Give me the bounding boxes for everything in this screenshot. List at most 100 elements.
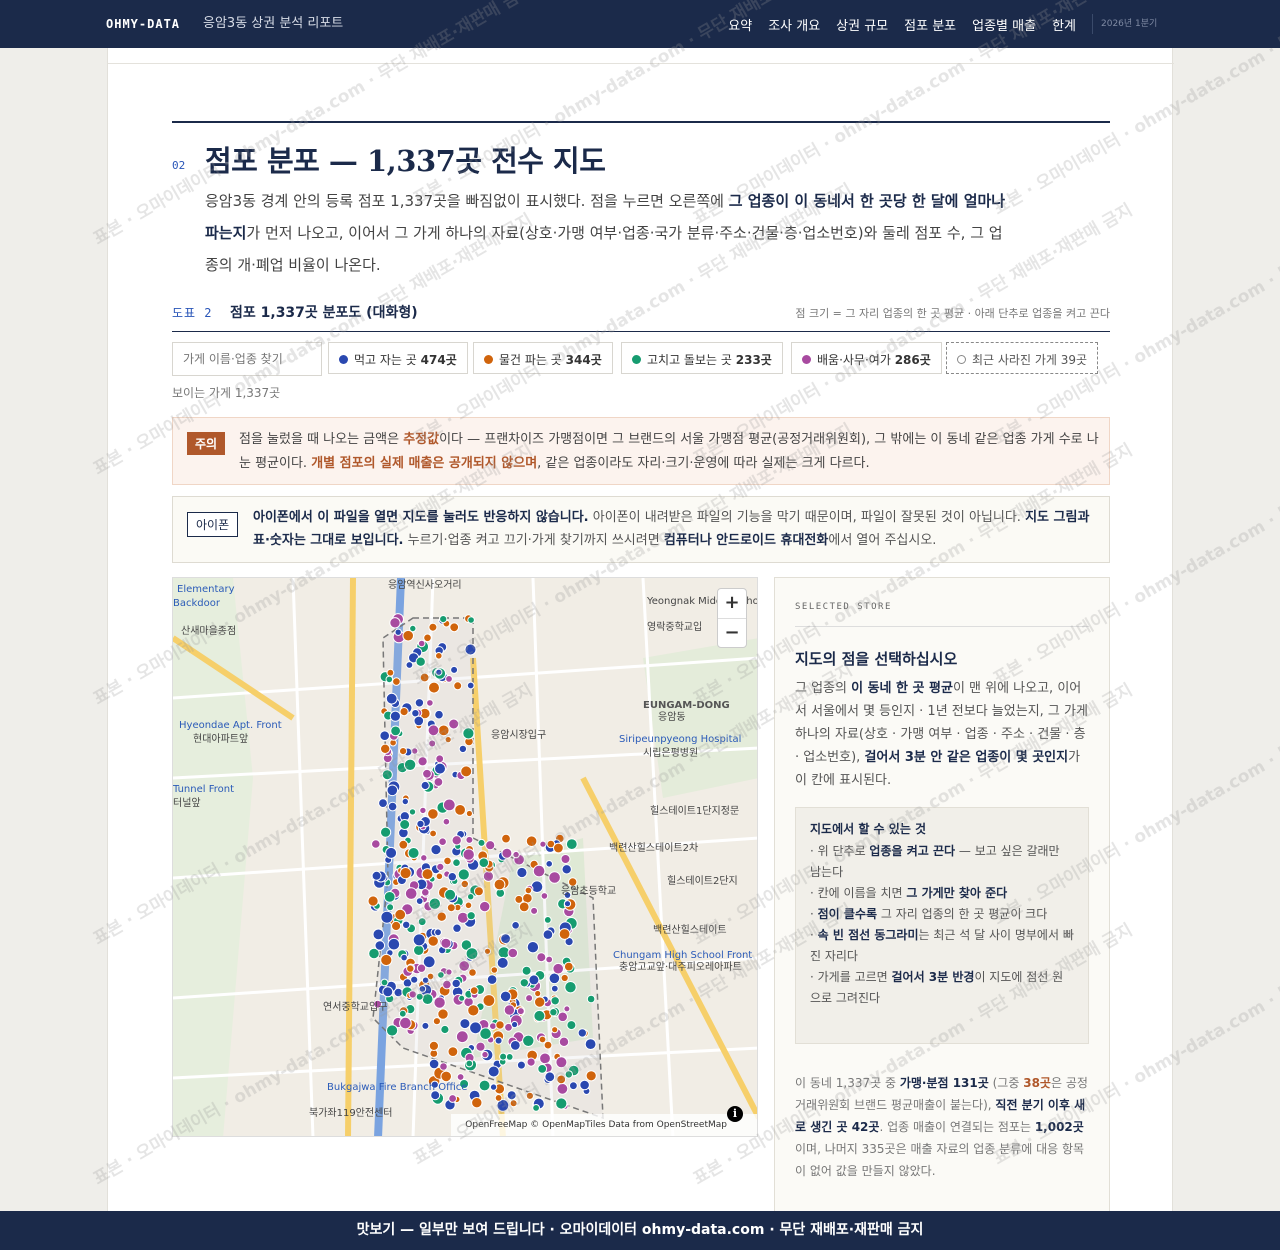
store-dot[interactable] [449,622,460,633]
store-dot[interactable] [410,975,419,984]
store-dot[interactable] [428,681,440,694]
store-dot[interactable] [482,994,496,1007]
store-dot[interactable] [423,633,432,643]
store-dot[interactable] [525,994,534,1003]
store-dot[interactable] [385,675,394,684]
store-dot[interactable] [561,864,572,875]
store-dot[interactable] [414,698,425,708]
store-dot[interactable] [399,1016,412,1030]
store-dot[interactable] [530,906,539,915]
store-dot[interactable] [444,736,452,744]
store-dot[interactable] [451,978,461,989]
store-dot[interactable] [489,1083,498,1091]
store-dot[interactable] [560,973,569,983]
store-dot[interactable] [548,972,561,985]
store-dot[interactable] [536,952,547,963]
store-dot[interactable] [453,681,463,691]
store-dot[interactable] [495,1020,505,1030]
store-dot[interactable] [447,872,457,882]
store-dot[interactable] [489,1022,497,1031]
store-dot[interactable] [532,864,546,878]
store-dot[interactable] [551,1026,559,1034]
store-dot[interactable] [428,1058,440,1070]
store-dot[interactable] [402,920,411,929]
store-dot[interactable] [499,990,512,1003]
store-dot[interactable] [528,974,540,986]
store-dot[interactable] [557,1011,569,1023]
store-dot[interactable] [543,916,552,924]
store-dot[interactable] [440,937,452,949]
store-dot[interactable] [526,941,540,954]
store-dot[interactable] [494,1094,503,1102]
store-dot[interactable] [427,935,439,947]
store-dot[interactable] [543,1040,553,1050]
store-dot[interactable] [555,1056,568,1069]
store-dot[interactable] [462,727,475,740]
store-dot[interactable] [503,1004,516,1016]
store-dot[interactable] [408,808,417,816]
store-dot[interactable] [550,996,560,1006]
store-dot[interactable] [383,891,396,903]
store-dot[interactable] [400,953,408,962]
store-dot[interactable] [544,1071,556,1083]
store-dot[interactable] [415,656,426,667]
store-dot[interactable] [415,992,424,1001]
store-dot[interactable] [413,715,425,727]
store-dot[interactable] [558,1036,570,1047]
store-dot[interactable] [516,1007,525,1016]
store-dot[interactable] [524,886,533,895]
store-dot[interactable] [469,986,479,996]
store-dot[interactable] [481,1050,489,1059]
store-dot[interactable] [548,871,561,884]
store-dot[interactable] [439,615,448,624]
filter-chip-education-office-leisure[interactable]: 배움·사무·여가 286곳 [791,342,942,374]
store-dot[interactable] [563,1005,571,1013]
store-dot[interactable] [526,1057,536,1067]
store-dot[interactable] [386,784,399,797]
store-dot[interactable] [464,643,477,656]
store-dot[interactable] [494,1036,503,1045]
store-dot[interactable] [438,837,447,847]
info-icon[interactable]: i [727,1106,743,1122]
store-dot[interactable] [417,639,426,648]
store-dot[interactable] [427,724,440,737]
store-dot[interactable] [398,839,409,850]
store-dot[interactable] [499,1052,508,1061]
store-dot[interactable] [460,879,469,889]
store-dot[interactable] [577,1028,587,1038]
map-canvas[interactable]: 응암역신사오거리 Yeongnak Middle School Entrance… [173,578,758,1137]
store-dot[interactable] [445,675,453,683]
store-dot[interactable] [421,888,430,897]
store-dot[interactable] [387,801,398,812]
store-dot[interactable] [553,842,564,854]
zoom-in-button[interactable]: + [718,589,746,619]
store-dot[interactable] [382,986,394,998]
store-dot[interactable] [421,1021,430,1030]
store-dot[interactable] [568,877,578,887]
store-dot[interactable] [387,937,401,951]
store-dot[interactable] [501,847,513,859]
store-dot[interactable] [416,963,427,973]
store-dot[interactable] [506,1090,517,1101]
store-dot[interactable] [565,838,578,851]
store-dot[interactable] [421,993,434,1006]
filter-chip-retail[interactable]: 물건 파는 곳 344곳 [473,342,613,374]
store-dot[interactable] [378,798,388,809]
store-dot[interactable] [538,1035,547,1044]
store-dot[interactable] [522,1034,535,1047]
store-dot[interactable] [545,955,554,964]
store-dot[interactable] [367,895,379,907]
store-distribution-map[interactable]: 응암역신사오거리 Yeongnak Middle School Entrance… [172,577,758,1137]
store-dot[interactable] [466,681,475,690]
store-dot[interactable] [372,928,385,941]
store-dot[interactable] [379,730,390,741]
store-dot[interactable] [380,743,391,755]
store-dot[interactable] [458,744,468,754]
store-dot[interactable] [405,661,414,669]
store-dot[interactable] [428,897,441,910]
store-dot[interactable] [386,1024,399,1037]
store-dot[interactable] [569,1081,578,1091]
store-dot[interactable] [415,897,424,906]
store-dot[interactable] [435,652,443,660]
store-dot[interactable] [450,665,459,674]
